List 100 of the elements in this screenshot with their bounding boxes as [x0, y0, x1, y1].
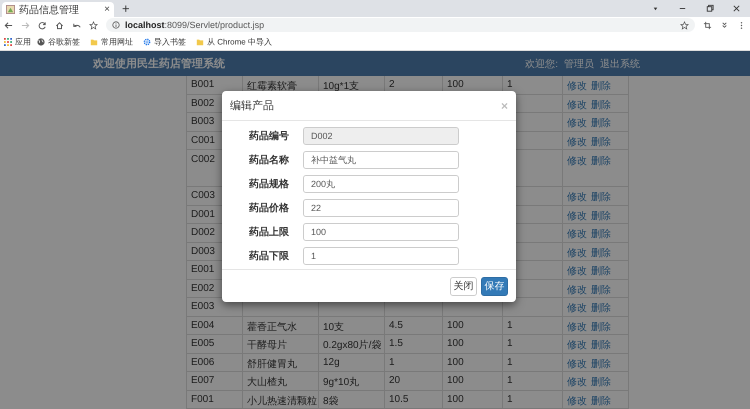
- edit-link[interactable]: 修改: [567, 375, 587, 389]
- edit-link[interactable]: 修改: [567, 154, 587, 168]
- field-label: 药品编号: [248, 130, 289, 143]
- folder-icon: [90, 38, 98, 46]
- edit-link[interactable]: 修改: [567, 190, 587, 204]
- table-cell: 藿香正气水: [243, 316, 319, 334]
- table-cell: 20: [385, 372, 443, 390]
- crop-icon[interactable]: [703, 20, 712, 30]
- delete-link[interactable]: 删除: [591, 320, 611, 334]
- table-cell: 100: [443, 316, 503, 334]
- table-cell: E004: [187, 316, 243, 334]
- field-label: 药品价格: [248, 202, 289, 215]
- table-cell: 8袋: [319, 390, 385, 408]
- edit-link[interactable]: 修改: [567, 134, 587, 148]
- delete-link[interactable]: 删除: [591, 116, 611, 130]
- table-cell: F001: [187, 390, 243, 408]
- edit-link[interactable]: 修改: [567, 282, 587, 296]
- input-field[interactable]: 200丸: [303, 175, 459, 193]
- browser-tab[interactable]: 药品信息管理 ×: [2, 2, 114, 17]
- star-icon[interactable]: [89, 20, 98, 30]
- table-cell: 1: [385, 354, 443, 371]
- delete-link[interactable]: 删除: [591, 338, 611, 352]
- double-chevron-icon[interactable]: [720, 20, 729, 30]
- table-cell: 1: [503, 354, 563, 371]
- close-dialog-button[interactable]: 关闭: [450, 276, 477, 296]
- delete-link[interactable]: 删除: [591, 264, 611, 278]
- delete-link[interactable]: 删除: [591, 208, 611, 222]
- bookmark-item[interactable]: 常用网址: [90, 34, 133, 48]
- home-icon[interactable]: [55, 20, 64, 30]
- input-field[interactable]: 补中益气丸: [303, 151, 459, 169]
- close-button[interactable]: ×: [500, 98, 508, 112]
- user-link[interactable]: 管理员: [564, 56, 594, 70]
- table-cell: 0.2gx80片/袋: [319, 335, 385, 352]
- field-label: 药品名称: [248, 154, 289, 167]
- edit-link[interactable]: 修改: [567, 208, 587, 222]
- table-cell: E006: [187, 354, 243, 371]
- table-cell: 干酵母片: [243, 335, 319, 352]
- edit-link[interactable]: 修改: [567, 320, 587, 334]
- save-button[interactable]: 保存: [481, 276, 508, 296]
- table-cell: E007: [187, 372, 243, 390]
- delete-link[interactable]: 删除: [591, 394, 611, 408]
- field-label: 药品规格: [248, 178, 289, 191]
- table-cell: 舒肝健胃丸: [243, 354, 319, 371]
- table-cell: 1: [503, 335, 563, 352]
- delete-link[interactable]: 删除: [591, 375, 611, 389]
- back-arrow-icon[interactable]: [4, 20, 13, 30]
- apps-grid-icon: [4, 38, 12, 46]
- edit-link[interactable]: 修改: [567, 116, 587, 130]
- logout-link[interactable]: 退出系统: [600, 56, 640, 70]
- restore-icon[interactable]: [705, 4, 714, 13]
- bookmark-item[interactable]: 谷歌新签: [37, 34, 80, 48]
- table-cell: 9g*10丸: [319, 372, 385, 390]
- reload-icon[interactable]: [38, 20, 47, 30]
- bookmark-item[interactable]: 从 Chrome 中导入: [196, 34, 280, 48]
- globe-icon: [37, 38, 45, 46]
- table-cell: 10.5: [385, 390, 443, 408]
- table-cell: 1: [503, 390, 563, 408]
- folder-icon: [196, 38, 204, 46]
- delete-link[interactable]: 删除: [591, 134, 611, 148]
- address-bar[interactable]: localhost:8099/Servlet/product.jsp: [106, 18, 695, 32]
- edit-link[interactable]: 修改: [567, 301, 587, 315]
- table-cell: 12g: [319, 354, 385, 371]
- table-cell: 4.5: [385, 316, 443, 334]
- edit-link[interactable]: 修改: [567, 79, 587, 93]
- delete-link[interactable]: 删除: [591, 356, 611, 370]
- table-cell: 1.5: [385, 335, 443, 352]
- close-icon[interactable]: [732, 4, 741, 13]
- table-cell: E005: [187, 335, 243, 352]
- input-field[interactable]: 1: [303, 247, 459, 265]
- edit-link[interactable]: 修改: [567, 338, 587, 352]
- delete-link[interactable]: 删除: [591, 79, 611, 93]
- delete-link[interactable]: 删除: [591, 246, 611, 260]
- table-cell: 小儿热速清颗粒: [243, 390, 319, 408]
- delete-link[interactable]: 删除: [591, 98, 611, 112]
- undo-arrow-icon[interactable]: [72, 20, 81, 30]
- new-tab-button[interactable]: +: [114, 1, 138, 16]
- edit-link[interactable]: 修改: [567, 246, 587, 260]
- delete-link[interactable]: 删除: [591, 190, 611, 204]
- field-label: 药品下限: [248, 250, 289, 263]
- edit-link[interactable]: 修改: [567, 98, 587, 112]
- bookmark-star-icon[interactable]: [680, 20, 689, 30]
- table-cell: 100: [443, 354, 503, 371]
- table-cell: 100: [443, 335, 503, 352]
- edit-link[interactable]: 修改: [567, 264, 587, 278]
- delete-link[interactable]: 删除: [591, 301, 611, 315]
- table-cell: 100: [443, 372, 503, 390]
- tab-close-button[interactable]: ×: [104, 4, 110, 14]
- delete-link[interactable]: 删除: [591, 227, 611, 241]
- table-cell: 大山楂丸: [243, 372, 319, 390]
- edit-link[interactable]: 修改: [567, 227, 587, 241]
- input-field[interactable]: 100: [303, 223, 459, 241]
- table-cell: 1: [503, 372, 563, 390]
- page-favicon-icon: [6, 5, 15, 14]
- delete-link[interactable]: 删除: [591, 154, 611, 168]
- edit-link[interactable]: 修改: [567, 356, 587, 370]
- edit-link[interactable]: 修改: [567, 394, 587, 408]
- delete-link[interactable]: 删除: [591, 282, 611, 296]
- bookmark-item[interactable]: 导入书签: [143, 34, 186, 48]
- table-cell: 100: [443, 390, 503, 408]
- input-field[interactable]: 22: [303, 199, 459, 217]
